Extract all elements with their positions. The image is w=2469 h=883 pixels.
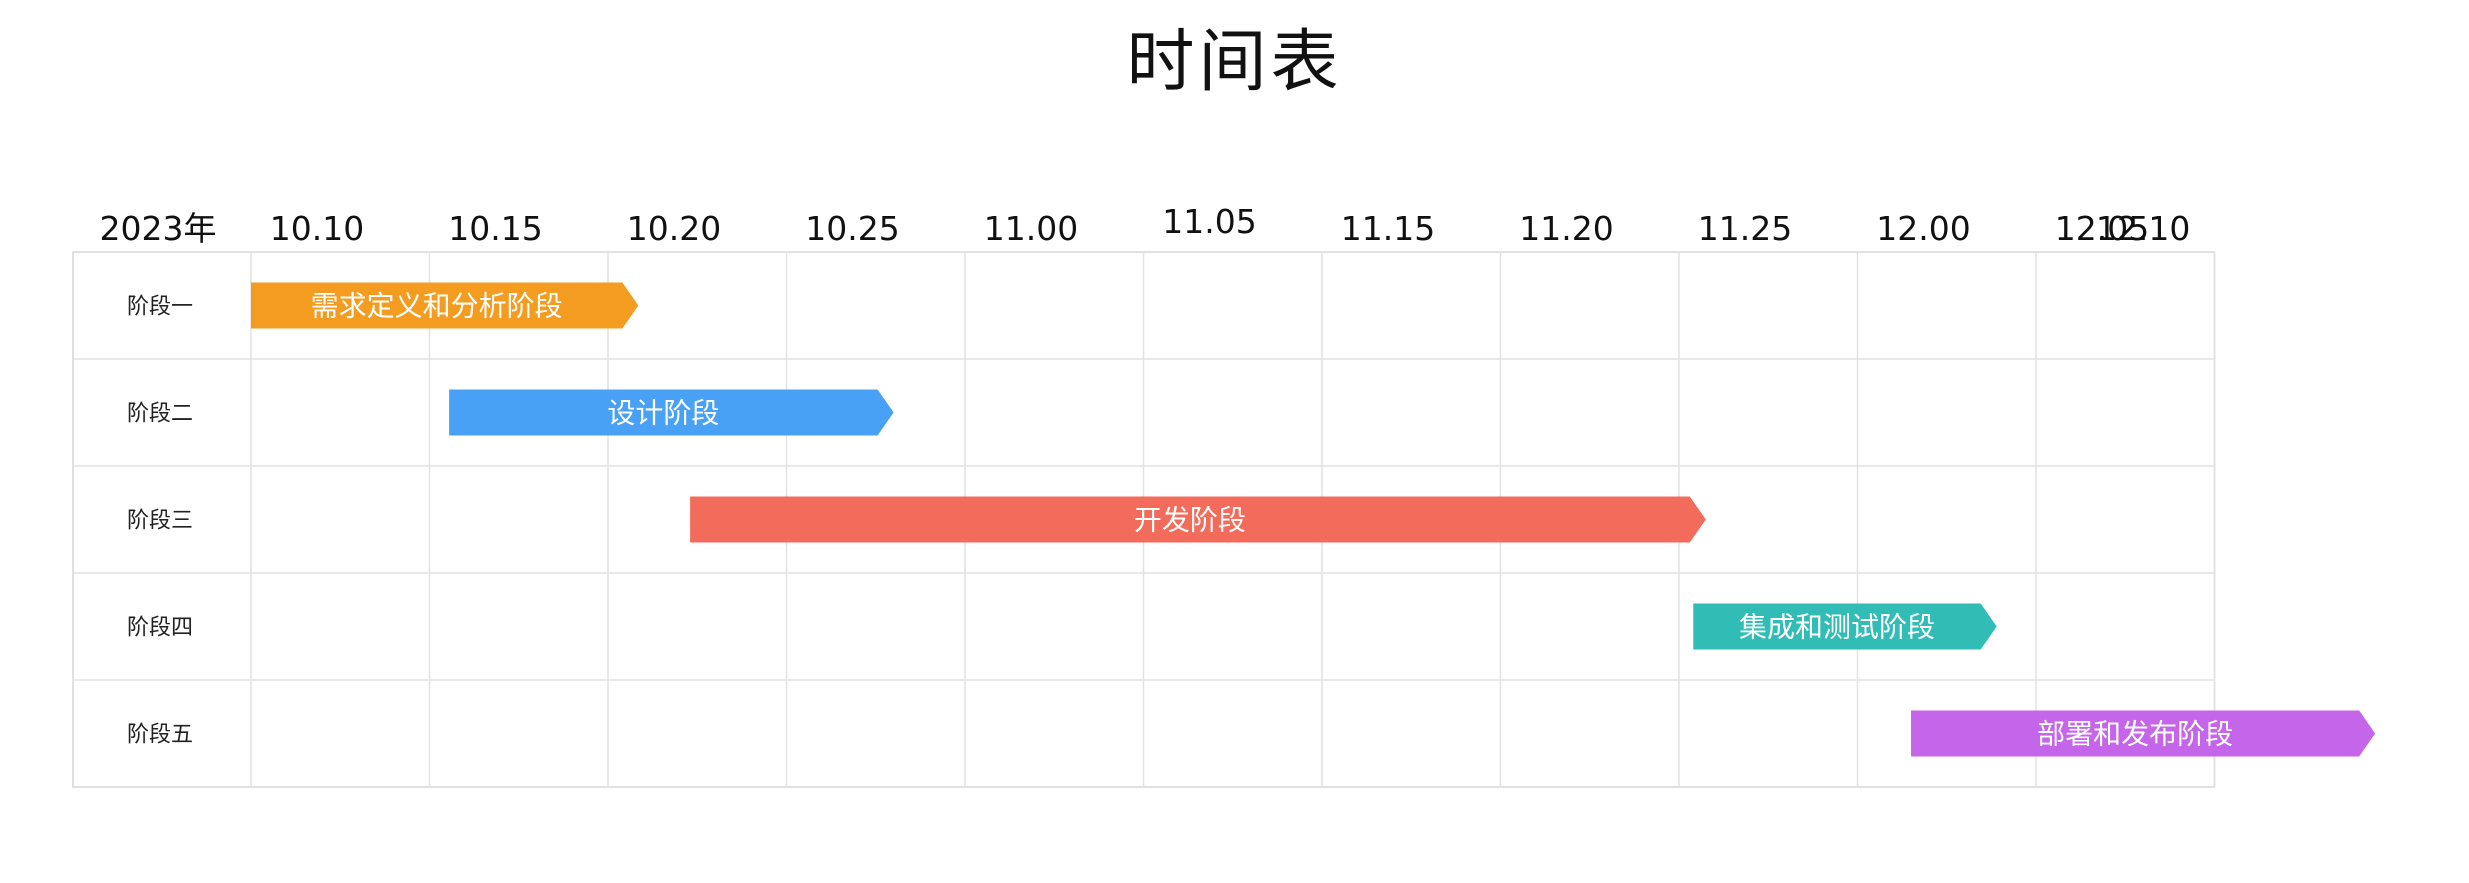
phase-bar: 开发阶段 [690, 496, 1706, 543]
date-label: 10.25 [805, 209, 899, 248]
date-label: 12.10 [2096, 209, 2190, 248]
date-label: 12.00 [1876, 209, 1970, 248]
phase-bar: 集成和测试阶段 [1693, 603, 1997, 650]
phase-bar: 设计阶段 [449, 389, 894, 436]
date-label: 11.20 [1519, 209, 1613, 248]
date-label: 11.05 [1162, 202, 1256, 241]
date-axis: 10.10 10.15 10.20 10.25 11.00 11.05 11.15 11.20… [270, 202, 2191, 248]
date-label: 11.00 [984, 209, 1078, 248]
row-label: 阶段二 [127, 402, 193, 427]
phase-bar-label: 设计阶段 [607, 397, 719, 430]
phase-bar-label: 集成和测试阶段 [1739, 611, 1935, 644]
row-label: 阶段五 [127, 723, 193, 748]
date-label: 11.25 [1698, 209, 1792, 248]
phase-bar-label: 部署和发布阶段 [2037, 718, 2233, 751]
row-label: 阶段一 [127, 295, 193, 320]
gantt-chart: 2023年 10.10 10.15 10.20 10.25 11.00 11.05 11.1… [72, 202, 2376, 788]
date-label: 10.15 [448, 209, 542, 248]
phase-bar-label: 开发阶段 [1134, 504, 1246, 537]
year-label: 2023年 [100, 209, 217, 248]
date-label: 11.15 [1341, 209, 1435, 248]
date-label: 10.20 [627, 209, 721, 248]
phase-bar-label: 需求定义和分析阶段 [311, 290, 563, 323]
date-label: 10.10 [270, 209, 364, 248]
phase-bar: 部署和发布阶段 [1911, 710, 2376, 757]
phase-bar: 需求定义和分析阶段 [251, 282, 639, 329]
row-label: 阶段三 [127, 509, 193, 534]
row-label: 阶段四 [127, 616, 193, 641]
